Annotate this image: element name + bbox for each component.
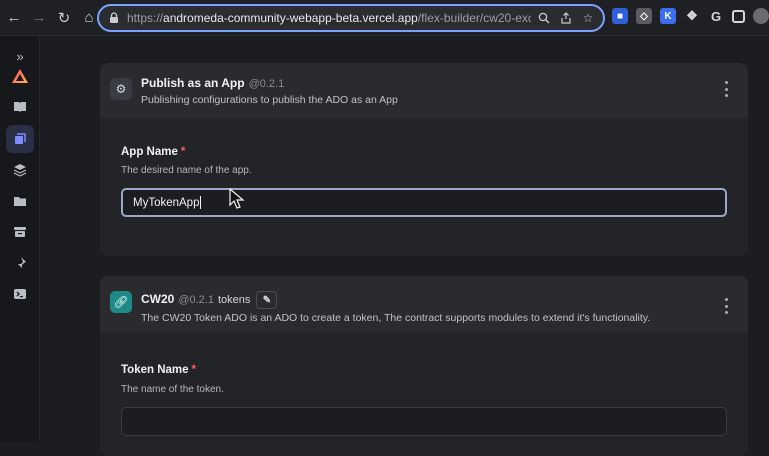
forward-arrow-icon[interactable]: → <box>28 7 50 29</box>
text-caret <box>200 196 202 209</box>
token-name-input[interactable] <box>121 407 727 436</box>
mouse-pointer-icon <box>229 188 245 209</box>
profile-avatar[interactable] <box>753 8 769 24</box>
cw20-version: @0.2.1 <box>178 294 214 307</box>
andromeda-logo-icon[interactable] <box>6 62 34 90</box>
publish-app-title: Publish as an App @0.2.1 <box>141 76 285 90</box>
cw20-tag: tokens <box>217 294 251 307</box>
url-text: https://andromeda-community-webapp-beta.… <box>127 11 531 25</box>
link-icon: 🔗︎ <box>110 291 132 313</box>
publish-app-subtitle: Publishing configurations to publish the… <box>141 94 398 106</box>
app-name-description: The desired name of the app. <box>121 165 252 176</box>
cw20-card: 🔗︎ CW20 @0.2.1 tokens ✎ The CW20 Token ADO … <box>100 276 748 456</box>
cw20-card-header: 🔗︎ CW20 @0.2.1 tokens ✎ The CW20 Token ADO … <box>100 276 748 332</box>
more-options-icon[interactable] <box>722 298 730 314</box>
extension-wallet-icon[interactable]: ■ <box>612 8 628 24</box>
zoom-icon[interactable] <box>537 11 551 25</box>
address-bar[interactable]: https://andromeda-community-webapp-beta.… <box>97 4 605 32</box>
window-icon[interactable] <box>732 9 745 23</box>
extension-k-icon[interactable]: K <box>660 8 676 24</box>
publish-app-version: @0.2.1 <box>248 78 285 90</box>
app-name-label: App Name * <box>121 146 186 158</box>
back-arrow-icon[interactable]: ← <box>3 7 25 29</box>
google-icon[interactable]: G <box>708 8 724 24</box>
token-name-label: Token Name * <box>121 364 197 376</box>
flex-builder-main: ⚙ Publish as an App @0.2.1 Publishing con… <box>40 36 769 456</box>
more-options-icon[interactable] <box>722 81 730 97</box>
book-icon[interactable] <box>6 93 34 121</box>
publish-app-card: ⚙ Publish as an App @0.2.1 Publishing con… <box>100 63 748 256</box>
bookmark-star-icon[interactable]: ☆ <box>581 11 595 25</box>
extensions-puzzle-icon[interactable]: ❖ <box>684 8 700 24</box>
cw20-subtitle: The CW20 Token ADO is an ADO to create a… <box>141 312 651 324</box>
layers-icon[interactable] <box>6 156 34 184</box>
publish-app-card-header: ⚙ Publish as an App @0.2.1 Publishing con… <box>100 63 748 119</box>
gear-icon: ⚙ <box>110 78 132 100</box>
terminal-icon[interactable] <box>6 280 34 308</box>
pin-icon[interactable] <box>6 249 34 277</box>
lock-icon[interactable] <box>107 12 121 24</box>
token-name-description: The name of the token. <box>121 384 224 395</box>
reload-icon[interactable]: ↻ <box>53 7 75 29</box>
share-icon[interactable] <box>559 11 573 25</box>
edit-pencil-icon[interactable]: ✎ <box>256 291 278 309</box>
browser-toolbar: ← → ↻ ⌂ https://andromeda-community-weba… <box>0 0 769 36</box>
archive-icon[interactable] <box>6 218 34 246</box>
app-sidebar: » <box>0 36 40 442</box>
folder-icon[interactable] <box>6 187 34 215</box>
app-name-input[interactable]: MyTokenApp <box>121 188 727 217</box>
cw20-title: CW20 @0.2.1 tokens ✎ <box>141 291 278 309</box>
extension-cube-icon[interactable]: ◇ <box>636 8 652 24</box>
cube-icon[interactable] <box>6 125 34 153</box>
